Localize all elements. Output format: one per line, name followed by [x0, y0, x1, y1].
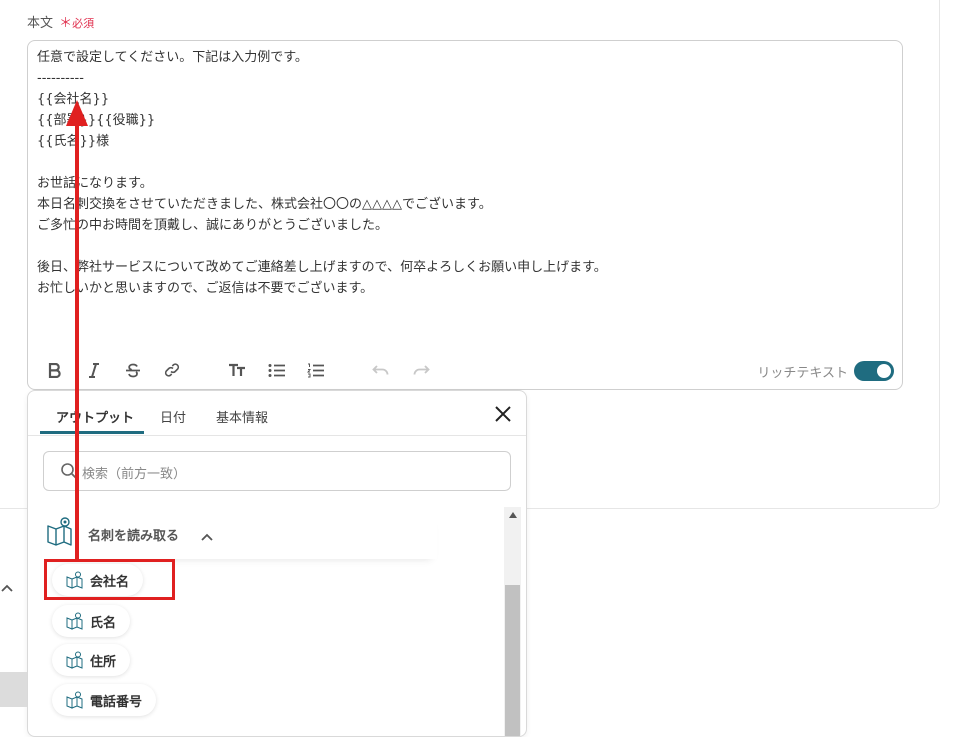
- group-label: 名刺を読み取る: [88, 529, 180, 544]
- background-block: [0, 672, 27, 707]
- scrollbar[interactable]: [504, 507, 521, 736]
- tab-output[interactable]: アウトプット: [56, 407, 134, 426]
- text-size-icon[interactable]: [226, 359, 248, 381]
- active-tab-indicator: [40, 431, 144, 434]
- required-badge: ＊必須: [59, 16, 95, 31]
- output-item-label: 氏名: [90, 615, 117, 631]
- bullet-list-icon[interactable]: [266, 359, 288, 381]
- italic-icon[interactable]: [83, 359, 105, 381]
- editor-line: ご多忙の中お時間を頂戴し、誠にありがとうございました。: [37, 218, 389, 233]
- business-card-reader-icon: [45, 517, 75, 547]
- editor-toolbar: リッチテキスト: [28, 353, 902, 389]
- scroll-up-arrow-icon[interactable]: [509, 512, 517, 518]
- tab-basic-info[interactable]: 基本情報: [216, 407, 268, 426]
- numbered-list-icon[interactable]: [305, 359, 327, 381]
- output-item-icon: [66, 651, 83, 669]
- redo-icon[interactable]: [410, 359, 432, 381]
- editor-line: 本日名刺交換をさせていただきました、株式会社〇〇の△△△△でございます。: [37, 197, 492, 212]
- editor-line: 任意で設定してください。下記は入力例です。: [37, 50, 308, 65]
- body-editor[interactable]: 任意で設定してください。下記は入力例です。 ---------- {{会社名}} {{…: [27, 40, 903, 390]
- output-item-icon: [66, 612, 83, 630]
- editor-content[interactable]: 任意で設定してください。下記は入力例です。 ---------- {{会社名}} {{…: [37, 47, 887, 299]
- search-placeholder: 検索（前方一致）: [82, 467, 187, 482]
- output-item-phone[interactable]: 電話番号: [52, 684, 157, 716]
- output-item-label: 住所: [90, 654, 117, 670]
- strikethrough-icon[interactable]: [122, 359, 144, 381]
- editor-line: ----------: [37, 71, 84, 86]
- picker-tabs: アウトプット 日付 基本情報: [28, 391, 526, 436]
- editor-line: {{会社名}}: [37, 92, 110, 107]
- output-item-address[interactable]: 住所: [52, 644, 131, 676]
- search-input[interactable]: 検索（前方一致）: [43, 451, 511, 491]
- editor-line: {{部署}}{{役職}}: [37, 113, 156, 128]
- search-icon: [60, 462, 78, 480]
- output-group-card-reader[interactable]: 名刺を読み取る: [42, 513, 437, 559]
- undo-icon[interactable]: [370, 359, 392, 381]
- output-item-label: 電話番号: [90, 694, 143, 710]
- close-icon[interactable]: [492, 403, 514, 425]
- required-asterisk: ＊: [59, 16, 73, 31]
- rich-text-label: リッチテキスト: [757, 366, 848, 381]
- output-item-name[interactable]: 氏名: [52, 605, 131, 637]
- editor-line: {{氏名}}様: [37, 134, 110, 149]
- rich-text-toggle[interactable]: [854, 361, 894, 381]
- highlight-annotation-box: [44, 559, 175, 600]
- bold-icon[interactable]: [44, 359, 66, 381]
- link-icon[interactable]: [161, 359, 183, 381]
- editor-line: お忙しいかと思いますので、ご返信は不要でございます。: [37, 281, 374, 296]
- tab-date[interactable]: 日付: [160, 407, 186, 426]
- output-item-icon: [66, 691, 83, 709]
- field-label: 本文 ＊必須: [27, 12, 94, 31]
- required-text: 必須: [72, 17, 95, 30]
- field-label-text: 本文: [27, 16, 54, 31]
- chevron-up-icon[interactable]: [0, 580, 14, 594]
- chevron-up-icon[interactable]: [200, 527, 214, 541]
- scrollbar-thumb[interactable]: [505, 585, 520, 736]
- editor-line: 後日、弊社サービスについて改めてご連絡差し上げますので、何卒よろしくお願い申し上…: [37, 260, 607, 275]
- editor-line: お世話になります。: [37, 176, 153, 191]
